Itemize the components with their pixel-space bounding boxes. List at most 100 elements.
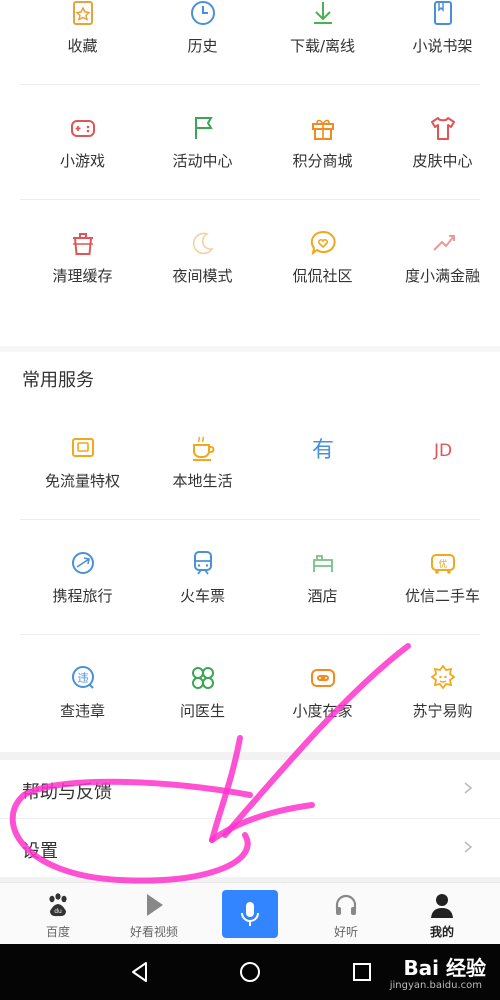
svg-text:JD: JD	[432, 441, 451, 461]
grid-item-label: 积分商城	[292, 152, 353, 170]
data-card-icon	[68, 433, 98, 463]
settings-label: 设置	[22, 841, 58, 862]
svg-text:违: 违	[77, 672, 88, 685]
tools-row: 清理缓存 夜间模式 侃侃社区 度小满金融	[20, 200, 500, 315]
grid-item-youxin-car[interactable]: 优 优信二手车	[380, 520, 500, 635]
chat-heart-icon	[308, 228, 338, 258]
finance-icon	[428, 228, 458, 258]
grid-item-label: 小度在家	[292, 702, 353, 720]
grid-item-local-life[interactable]: 本地生活	[140, 405, 265, 520]
moon-icon	[188, 228, 218, 258]
tab-haoting[interactable]: 好听	[296, 883, 396, 945]
grid-item-label: 火车票	[179, 587, 225, 605]
svg-text:有: 有	[311, 438, 333, 463]
grid-item-ask-doctor[interactable]: 问医生	[140, 635, 265, 750]
coffee-cup-icon	[188, 433, 218, 463]
clover-icon	[188, 663, 218, 693]
recents-icon[interactable]	[350, 960, 374, 984]
grid-item-favorites[interactable]: 收藏	[20, 0, 145, 85]
tab-haokan-video[interactable]: 好看视频	[104, 883, 204, 945]
divider	[0, 346, 500, 352]
grid-item-label: 优信二手车	[404, 587, 480, 605]
clock-icon	[188, 0, 218, 28]
tab-mine[interactable]: 我的	[392, 883, 492, 945]
grid-item-label: 酒店	[307, 587, 338, 605]
settings-item[interactable]: 设置	[0, 819, 500, 877]
bookmark-star-icon	[68, 0, 98, 28]
grid-item-history[interactable]: 历史	[140, 0, 265, 85]
baidu-paw-icon: du	[44, 891, 72, 919]
grid-item-label: 下载/离线	[289, 37, 356, 55]
grid-item-check-violation[interactable]: 违 查违章	[20, 635, 145, 750]
grid-item-label: 小游戏	[59, 152, 105, 170]
grid-item-suning[interactable]: 苏宁易购	[380, 635, 500, 750]
grid-item-you[interactable]: 有 有	[260, 405, 385, 520]
flag-icon	[188, 113, 218, 143]
train-icon	[188, 548, 218, 578]
home-icon[interactable]	[238, 960, 262, 984]
grid-item-label: 问医生	[179, 702, 225, 720]
grid-item-label: 查违章	[59, 702, 105, 720]
grid-item-label: 皮肤中心	[412, 152, 473, 170]
book-icon	[428, 0, 458, 28]
gift-icon	[308, 113, 338, 143]
smart-speaker-icon	[308, 663, 338, 693]
tab-label: 好听	[333, 925, 358, 939]
grid-item-download[interactable]: 下载/离线	[260, 0, 385, 85]
tools-row: 收藏 历史 下载/离线 小说书架	[20, 0, 500, 85]
youxin-car-icon: 优	[428, 548, 458, 578]
svg-text:du: du	[54, 908, 62, 915]
grid-item-label: 苏宁易购	[412, 702, 473, 720]
services-row: 免流量特权 本地生活 有 有 JD JD	[20, 405, 500, 520]
svg-text:优: 优	[438, 558, 447, 570]
grid-item-skin-center[interactable]: 皮肤中心	[380, 85, 500, 200]
services-row: 携程旅行 火车票 酒店 优 优信二手车	[20, 520, 500, 635]
grid-item-activity-center[interactable]: 活动中心	[140, 85, 265, 200]
gamepad-icon	[68, 113, 98, 143]
tab-label: 我的	[429, 925, 454, 939]
grid-item-jd[interactable]: JD JD	[380, 405, 500, 520]
grid-item-label: 清理缓存	[52, 267, 113, 285]
violation-icon: 违	[68, 663, 98, 693]
watermark-logo: Bai 经验	[403, 956, 486, 980]
tools-row: 小游戏 活动中心 积分商城 皮肤中心	[20, 85, 500, 200]
microphone-icon	[241, 902, 259, 926]
tab-baidu[interactable]: du 百度	[8, 883, 108, 945]
grid-item-label: 免流量特权	[44, 472, 120, 490]
services-row: 违 查违章 问医生 小度在家 苏宁易购	[20, 635, 500, 750]
grid-item-kankan-community[interactable]: 侃侃社区	[260, 200, 385, 315]
help-feedback-item[interactable]: 帮助与反馈	[0, 760, 500, 819]
grid-item-night-mode[interactable]: 夜间模式	[140, 200, 265, 315]
grid-item-du-finance[interactable]: 度小满金融	[380, 200, 500, 315]
chevron-right-icon	[464, 841, 473, 853]
grid-item-label: 本地生活	[172, 472, 233, 490]
grid-item-mini-games[interactable]: 小游戏	[20, 85, 145, 200]
grid-item-train-ticket[interactable]: 火车票	[140, 520, 265, 635]
grid-item-hotel[interactable]: 酒店	[260, 520, 385, 635]
headphones-icon	[332, 891, 360, 919]
grid-item-free-data[interactable]: 免流量特权	[20, 405, 145, 520]
back-icon[interactable]	[128, 960, 152, 984]
grid-item-xiaodu-home[interactable]: 小度在家	[260, 635, 385, 750]
download-icon	[308, 0, 338, 28]
jd-icon: JD	[428, 433, 458, 463]
grid-item-label: 历史	[187, 37, 218, 55]
grid-item-novel-shelf[interactable]: 小说书架	[380, 0, 500, 85]
profile-icon	[428, 891, 456, 919]
grid-item-ctrip[interactable]: 携程旅行	[20, 520, 145, 635]
globe-plane-icon	[68, 548, 98, 578]
grid-item-clear-cache[interactable]: 清理缓存	[20, 200, 145, 315]
suning-icon	[428, 663, 458, 693]
grid-item-points-mall[interactable]: 积分商城	[260, 85, 385, 200]
grid-item-label: 活动中心	[172, 152, 233, 170]
chevron-right-icon	[464, 782, 473, 794]
grid-item-label: 小说书架	[412, 37, 473, 55]
grid-item-label: 携程旅行	[52, 587, 113, 605]
grid-item-label: 度小满金融	[404, 267, 480, 285]
you-text-icon: 有	[308, 433, 338, 463]
voice-search-button[interactable]	[222, 890, 278, 938]
grid-item-label: 侃侃社区	[292, 267, 353, 285]
grid-item-label: 收藏	[67, 37, 98, 55]
tab-label: 好看视频	[129, 925, 178, 939]
grid-item-label: 夜间模式	[172, 267, 233, 285]
